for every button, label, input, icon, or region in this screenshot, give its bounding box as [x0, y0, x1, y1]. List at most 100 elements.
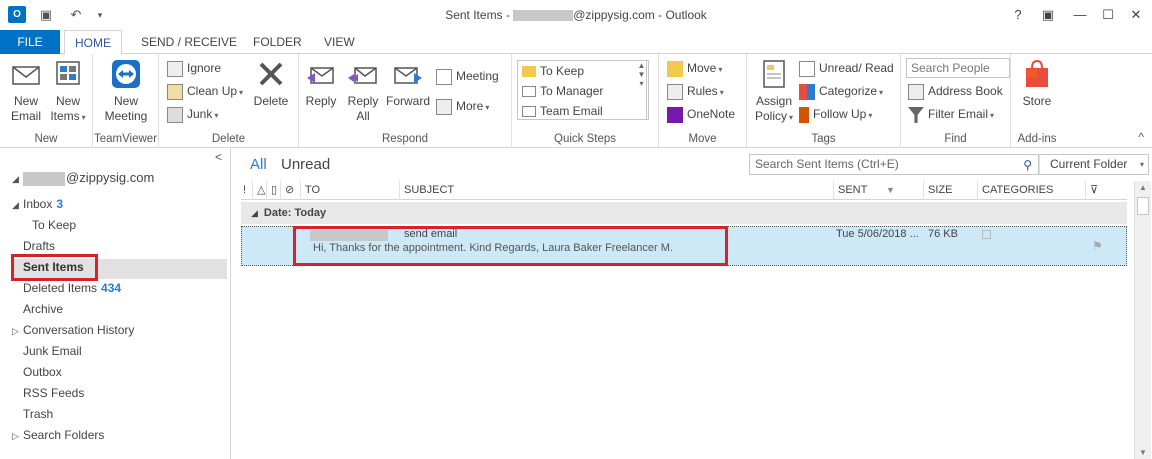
forward-button[interactable]: Forward: [385, 58, 431, 109]
new-items-icon: [56, 61, 80, 85]
help-button[interactable]: ?: [1008, 6, 1028, 24]
group-find: Search People Address Book Filter Email ▾…: [901, 54, 1011, 148]
reply-all-button[interactable]: Reply All: [343, 58, 383, 124]
inbox-expand-icon[interactable]: ◢: [12, 200, 19, 211]
unread-read-button[interactable]: Unread/ Read: [799, 58, 894, 78]
new-items-button[interactable]: New Items ▾: [48, 58, 88, 125]
folder-search-folders[interactable]: Search Folders: [23, 425, 104, 445]
search-people-input[interactable]: Search People: [906, 58, 1010, 78]
folder-drafts[interactable]: Drafts: [23, 236, 55, 256]
address-book-button[interactable]: Address Book: [908, 81, 1003, 101]
folder-outbox[interactable]: Outbox: [23, 362, 62, 382]
reply-icon: [307, 67, 334, 84]
collapse-ribbon-button[interactable]: ^: [1138, 130, 1144, 144]
tab-home[interactable]: HOME: [64, 30, 122, 55]
new-email-icon: [12, 66, 40, 85]
search-sent-items-input[interactable]: Search Sent Items (Ctrl+E) ⚲: [749, 154, 1039, 175]
forward-arrow-icon: [522, 86, 536, 98]
folder-inbox[interactable]: Inbox 3: [23, 194, 63, 214]
account-header[interactable]: @zippysig.com: [23, 168, 154, 188]
group-new: New Email New Items ▾ New: [0, 54, 93, 148]
ignore-icon: [167, 60, 183, 77]
col-categories[interactable]: CATEGORIES: [978, 181, 1086, 200]
scroll-up-icon[interactable]: ▲: [1135, 183, 1151, 192]
rules-button[interactable]: Rules ▾: [667, 81, 724, 101]
tab-view[interactable]: VIEW: [314, 30, 365, 55]
scroll-down-icon[interactable]: ▼: [1135, 448, 1151, 457]
scroll-thumb[interactable]: [1137, 197, 1149, 215]
tab-send-receive[interactable]: SEND / RECEIVE: [131, 30, 247, 55]
folder-deleted-items[interactable]: Deleted Items 434: [23, 278, 121, 298]
group-label-tags: Tags: [811, 133, 836, 145]
group-collapse-icon[interactable]: ◢: [251, 208, 258, 218]
tab-folder[interactable]: FOLDER: [243, 30, 312, 55]
col-sent[interactable]: SENT ▼: [834, 181, 924, 200]
col-importance[interactable]: !: [241, 181, 253, 200]
message-sent-date: Tue 5/06/2018 ...: [836, 228, 919, 240]
flag-icon: [799, 106, 809, 123]
col-subject[interactable]: SUBJECT: [400, 181, 834, 200]
assign-policy-button[interactable]: Assign Policy ▾: [751, 58, 797, 125]
close-button[interactable]: ✕: [1126, 6, 1146, 24]
search-folders-expand-icon[interactable]: ▷: [12, 431, 19, 442]
new-meeting-button[interactable]: New Meeting: [99, 58, 153, 124]
onenote-button[interactable]: OneNote: [667, 104, 735, 124]
folder-rss-feeds[interactable]: RSS Feeds: [23, 383, 84, 403]
attachment-column-icon[interactable]: ⊘: [281, 181, 301, 200]
filter-unread[interactable]: Unread: [281, 156, 330, 173]
more-respond-button[interactable]: More ▾: [436, 96, 489, 116]
follow-up-button[interactable]: Follow Up ▾: [799, 104, 872, 124]
collapse-folder-pane-button[interactable]: <: [215, 150, 222, 164]
folder-conversation-history[interactable]: Conversation History: [23, 320, 134, 340]
search-icon[interactable]: ⚲: [1023, 156, 1032, 175]
group-label-teamviewer: TeamViewer: [93, 133, 158, 145]
reminder-column-icon[interactable]: △: [253, 181, 267, 200]
group-tags: Assign Policy ▾ Unread/ Read Categorize ▾ F…: [747, 54, 901, 148]
folder-to-keep[interactable]: To Keep: [32, 215, 76, 235]
flag-status-column-icon[interactable]: ⊽: [1086, 181, 1127, 200]
move-button[interactable]: Move ▾: [667, 58, 722, 78]
tab-file[interactable]: FILE: [0, 30, 60, 54]
group-delete: Ignore Clean Up ▾ Junk ▾ Delete Delete: [159, 54, 299, 148]
flag-icon[interactable]: ⚑: [1092, 239, 1103, 253]
window-title: Sent Items - @zippysig.com - Outlook: [445, 8, 707, 22]
account-expand-icon[interactable]: ◢: [12, 174, 19, 185]
envelope-icon: [522, 106, 536, 118]
filter-email-button[interactable]: Filter Email ▾: [908, 104, 994, 124]
col-to[interactable]: TO: [301, 181, 400, 200]
ribbon-tab-row: FILE HOME SEND / RECEIVE FOLDER VIEW: [0, 30, 1152, 55]
quick-steps-scroll[interactable]: ▲ ▼ ▾: [635, 60, 649, 120]
store-button[interactable]: Store: [1015, 58, 1059, 109]
redacted-account: [23, 171, 65, 186]
category-box-icon[interactable]: [982, 230, 991, 239]
folder-archive[interactable]: Archive: [23, 299, 63, 319]
clean-up-button[interactable]: Clean Up ▾: [167, 81, 243, 101]
ignore-button[interactable]: Ignore: [167, 58, 221, 78]
categorize-icon: [799, 83, 815, 100]
folder-trash[interactable]: Trash: [23, 404, 53, 424]
quick-step-to-keep[interactable]: To Keep: [518, 61, 646, 81]
icon-column-icon[interactable]: ▯: [267, 181, 281, 200]
ribbon-display-options-button[interactable]: ▣: [1038, 6, 1058, 24]
teamviewer-icon: [112, 60, 140, 88]
col-size[interactable]: SIZE: [924, 181, 978, 200]
minimize-button[interactable]: —: [1070, 6, 1090, 24]
highlight-box-sent-items: [11, 254, 98, 281]
new-email-button[interactable]: New Email: [6, 58, 46, 124]
quick-step-to-manager[interactable]: To Manager: [518, 81, 646, 101]
group-header-date-today[interactable]: ◢ Date: Today: [241, 202, 1127, 224]
store-icon: [1026, 59, 1048, 87]
group-addins: Store Add-ins: [1011, 54, 1063, 148]
filter-all[interactable]: All: [250, 156, 267, 173]
folder-junk-email[interactable]: Junk Email: [23, 341, 82, 361]
meeting-button[interactable]: Meeting: [436, 66, 499, 86]
categorize-button[interactable]: Categorize ▾: [799, 81, 883, 101]
quick-step-team-email[interactable]: Team Email: [518, 101, 646, 121]
delete-button[interactable]: Delete: [249, 58, 293, 109]
vertical-scrollbar[interactable]: ▲ ▼: [1134, 181, 1151, 459]
junk-button[interactable]: Junk ▾: [167, 104, 218, 124]
reply-button[interactable]: Reply: [301, 58, 341, 109]
conversation-history-expand-icon[interactable]: ▷: [12, 326, 19, 337]
maximize-button[interactable]: ☐: [1098, 6, 1118, 24]
search-scope-dropdown[interactable]: Current Folder ▾: [1039, 154, 1149, 175]
